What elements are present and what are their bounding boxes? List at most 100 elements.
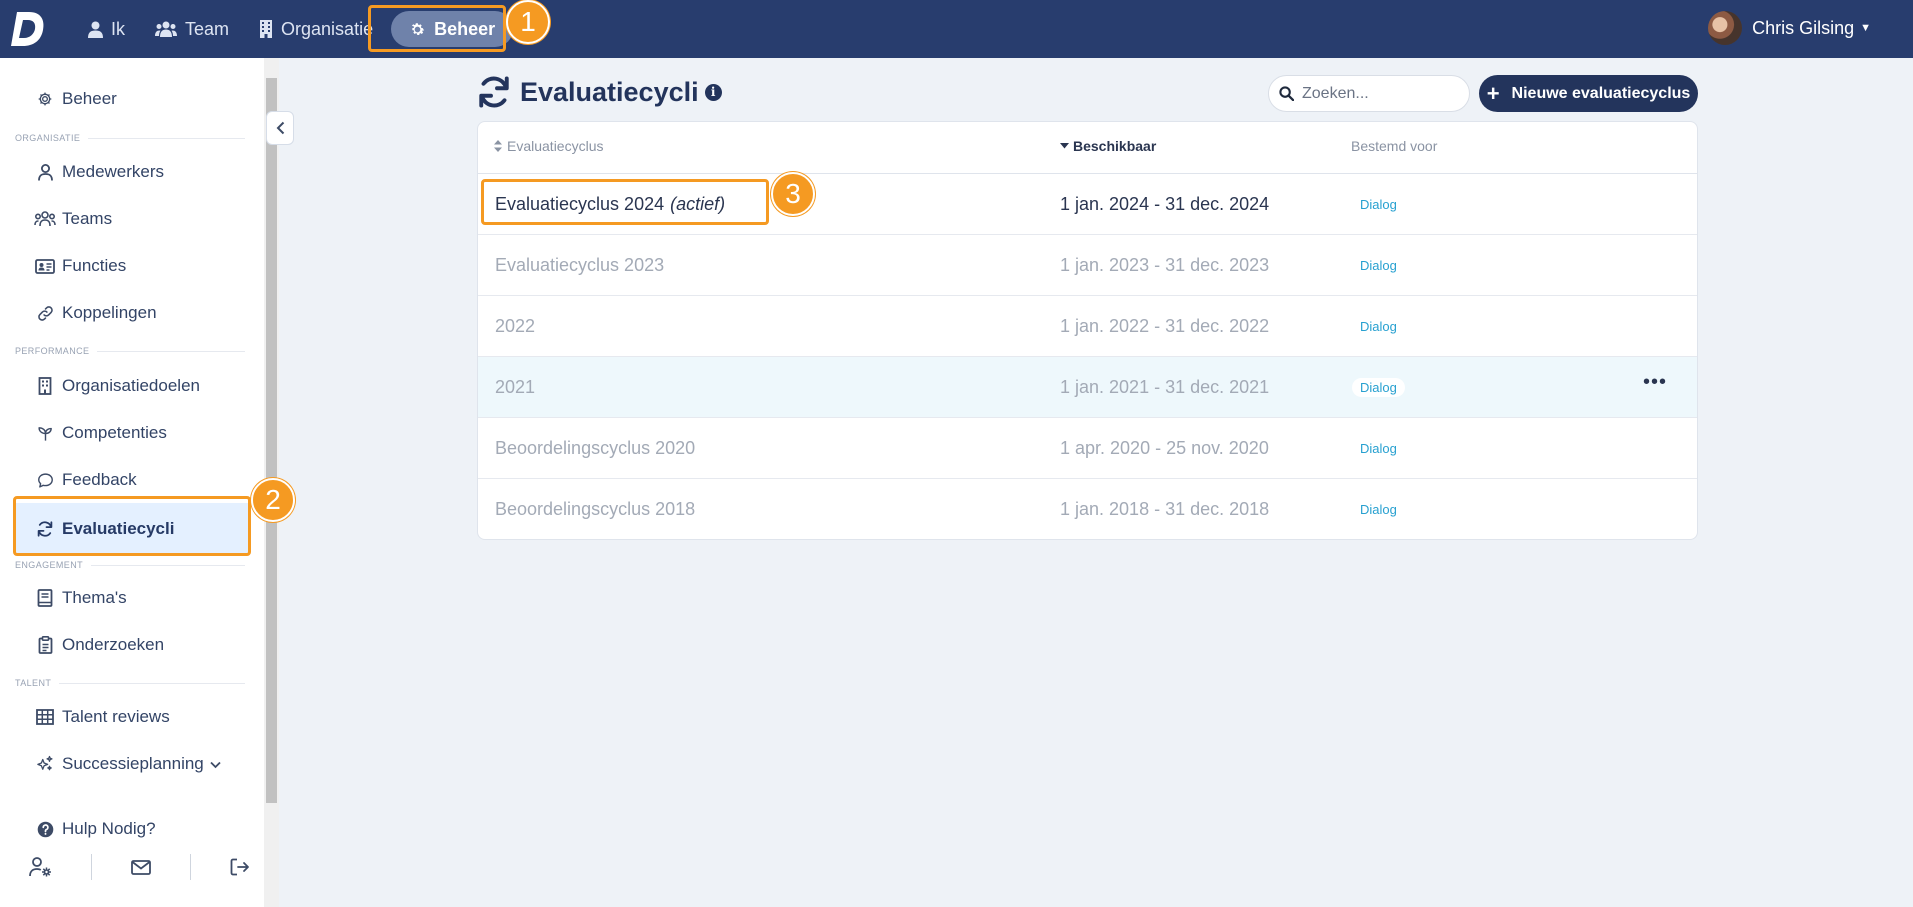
column-header-name-label: Evaluatiecyclus — [507, 138, 604, 154]
sidebar-item-talent-reviews[interactable]: Talent reviews — [14, 695, 249, 739]
annotation-marker-1: 1 — [506, 0, 550, 44]
annotation-highlight-2 — [13, 496, 251, 556]
user-settings-icon[interactable] — [26, 842, 56, 892]
audience-badge: Dialog — [1360, 319, 1397, 334]
column-header-intended-label: Bestemd voor — [1351, 138, 1438, 154]
cycle-name[interactable]: Evaluatiecyclus 2023 — [495, 255, 664, 276]
sidebar-item-medewerkers[interactable]: Medewerkers — [14, 150, 249, 194]
sidebar-item-label: Teams — [62, 209, 113, 228]
sort-desc-icon — [1060, 143, 1069, 149]
app-logo-icon — [11, 12, 44, 46]
table-row[interactable]: Beoordelingscyclus 2020 1 apr. 2020 - 25… — [478, 418, 1697, 479]
top-navigation-bar: Ik Team Organisatie Beheer Chris Gilsing… — [0, 0, 1913, 58]
audience-badge: Dialog — [1360, 502, 1397, 517]
section-organisatie: ORGANISATIE — [15, 133, 245, 143]
table-row[interactable]: 2021 1 jan. 2021 - 31 dec. 2021 Dialog •… — [478, 357, 1697, 418]
sidebar-item-label: Koppelingen — [62, 303, 157, 322]
building-icon — [260, 20, 273, 38]
sidebar-item-beheer[interactable]: Beheer — [14, 77, 249, 121]
cycle-period: 1 jan. 2018 - 31 dec. 2018 — [1060, 499, 1270, 519]
cycle-period: 1 jan. 2023 - 31 dec. 2023 — [1060, 255, 1270, 275]
annotation-marker-3: 3 — [771, 172, 815, 216]
cycle-name[interactable]: Beoordelingscyclus 2020 — [495, 438, 695, 459]
table-row[interactable]: 2022 1 jan. 2022 - 31 dec. 2022 Dialog — [478, 296, 1697, 357]
column-header-available[interactable]: Beschikbaar — [1060, 138, 1156, 154]
section-engagement: ENGAGEMENT — [15, 560, 245, 570]
audience-badge: Dialog — [1360, 258, 1397, 273]
table-grid-icon — [34, 709, 56, 725]
collapse-sidebar-button[interactable] — [266, 111, 294, 145]
sidebar-item-organisatiedoelen[interactable]: Organisatiedoelen — [14, 364, 249, 408]
cycle-name[interactable]: Beoordelingscyclus 2018 — [495, 499, 695, 520]
sidebar-item-teams[interactable]: Teams — [14, 197, 249, 241]
audience-badge: Dialog — [1360, 197, 1397, 212]
mail-icon[interactable] — [126, 842, 156, 892]
id-card-icon — [34, 258, 56, 274]
search-icon — [1279, 86, 1294, 101]
cycle-name[interactable]: 2022 — [495, 316, 535, 337]
sidebar-item-onderzoeken[interactable]: Onderzoeken — [14, 623, 249, 667]
column-header-available-label: Beschikbaar — [1073, 138, 1157, 154]
sidebar: Beheer ORGANISATIE Medewerkers Teams Fun… — [0, 58, 264, 907]
chevron-down-icon: ▼ — [1860, 22, 1871, 34]
logout-icon[interactable] — [225, 842, 255, 892]
audience-badge: Dialog — [1352, 378, 1405, 397]
sidebar-item-themas[interactable]: Thema's — [14, 576, 249, 620]
question-circle-icon — [34, 821, 56, 838]
sidebar-footer — [0, 842, 264, 892]
chevron-left-icon — [276, 121, 284, 135]
user-name: Chris Gilsing — [1752, 17, 1855, 38]
sidebar-item-label: Beheer — [62, 89, 117, 108]
user-menu[interactable]: Chris Gilsing ▼ — [1708, 11, 1871, 45]
column-header-intended[interactable]: Bestemd voor — [1351, 138, 1437, 154]
user-icon — [34, 163, 56, 181]
plus-icon: + — [1486, 80, 1500, 106]
gear-icon — [34, 91, 56, 107]
nav-team-label: Team — [185, 18, 230, 39]
sync-icon — [479, 76, 509, 108]
new-evaluation-cycle-button[interactable]: + Nieuwe evaluatiecyclus — [1479, 75, 1698, 112]
section-talent: TALENT — [15, 678, 245, 688]
page-title-text: Evaluatiecycli — [520, 76, 699, 107]
building-icon — [34, 377, 56, 395]
users-icon — [155, 21, 178, 37]
divider — [91, 854, 92, 880]
sidebar-item-successieplanning[interactable]: Successieplanning — [14, 742, 249, 786]
sidebar-scrollbar-thumb[interactable] — [266, 78, 277, 803]
info-icon[interactable]: i — [704, 83, 722, 101]
sidebar-item-label: Functies — [62, 256, 127, 275]
nav-ik[interactable]: Ik — [76, 11, 137, 47]
sidebar-item-label: Successieplanning — [62, 754, 204, 773]
row-actions-menu-icon[interactable]: ••• — [1643, 371, 1667, 394]
sidebar-item-label: Medewerkers — [62, 162, 165, 181]
sidebar-item-koppelingen[interactable]: Koppelingen — [14, 291, 249, 335]
sidebar-item-label: Onderzoeken — [62, 635, 165, 654]
cycle-period: 1 jan. 2022 - 31 dec. 2022 — [1060, 316, 1270, 336]
column-header-name[interactable]: Evaluatiecyclus — [494, 138, 604, 154]
cycle-period: 1 jan. 2024 - 31 dec. 2024 — [1060, 194, 1270, 214]
app-logo[interactable] — [0, 0, 58, 58]
cycle-period: 1 apr. 2020 - 25 nov. 2020 — [1060, 438, 1269, 458]
divider — [190, 854, 191, 880]
sort-icon — [494, 140, 502, 152]
cycle-name[interactable]: 2021 — [495, 377, 535, 398]
comment-icon — [34, 472, 56, 489]
page-title: Evaluatiecycli i — [476, 74, 722, 110]
sidebar-item-label: Feedback — [62, 470, 137, 489]
table-row[interactable]: Beoordelingscyclus 2018 1 jan. 2018 - 31… — [478, 479, 1697, 539]
avatar — [1708, 11, 1743, 45]
nav-ik-label: Ik — [111, 18, 126, 39]
nav-organisatie-label: Organisatie — [281, 18, 374, 39]
sidebar-item-label: Hulp Nodig? — [62, 819, 156, 838]
search-box[interactable] — [1268, 75, 1470, 112]
nav-organisatie[interactable]: Organisatie — [247, 11, 385, 47]
nav-team[interactable]: Team — [143, 11, 241, 47]
book-icon — [34, 589, 56, 607]
sidebar-item-functies[interactable]: Functies — [14, 244, 249, 288]
seedling-icon — [34, 425, 56, 442]
search-input[interactable] — [1302, 84, 1462, 103]
table-row[interactable]: Evaluatiecyclus 2023 1 jan. 2023 - 31 de… — [478, 235, 1697, 296]
annotation-marker-2: 2 — [251, 478, 295, 522]
sidebar-item-competenties[interactable]: Competenties — [14, 411, 249, 455]
users-icon — [34, 211, 56, 227]
